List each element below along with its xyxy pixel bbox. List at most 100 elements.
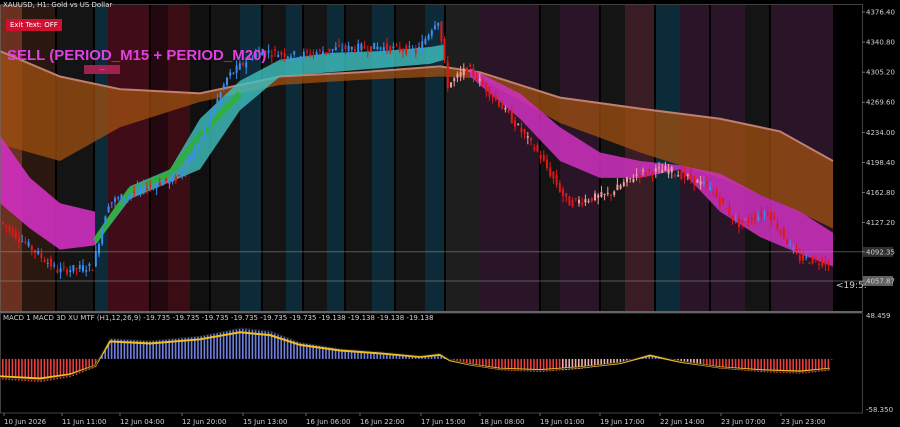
candle-body <box>85 270 88 272</box>
candle-body <box>696 179 699 183</box>
candle-body <box>152 185 155 187</box>
candle-body <box>213 108 216 117</box>
candle-body <box>498 101 500 107</box>
session-band <box>480 5 540 311</box>
macd-panel-border <box>0 312 863 414</box>
candle-body <box>466 67 468 73</box>
chart-window[interactable]: 4376.40 4340.80 4305.20 4269.60 4234.00 4198.… <box>0 0 900 427</box>
candle-body <box>757 216 760 221</box>
candle-body <box>174 176 177 182</box>
candle-body <box>5 224 8 228</box>
candle-body <box>376 46 379 50</box>
time-tick-label: 11 Jun 11:00 <box>62 418 106 426</box>
candle-body <box>341 49 344 51</box>
bar-timer: <19:5: <box>836 281 867 291</box>
candle-body <box>814 257 817 260</box>
time-tick-label: 12 Jun 04:00 <box>120 418 164 426</box>
candle-body <box>8 226 11 231</box>
candle-body <box>491 95 494 98</box>
candle-body <box>14 231 17 239</box>
candle-body <box>235 65 238 73</box>
candle-body <box>722 198 724 204</box>
candle-body <box>469 64 472 67</box>
price-tick-label: 4305.20 <box>866 69 895 77</box>
candle-body <box>402 50 404 52</box>
candle-body <box>686 174 689 177</box>
candle-body <box>808 262 811 264</box>
candle-body <box>798 254 801 261</box>
candle-body <box>136 186 139 193</box>
candle-body <box>286 56 289 59</box>
candle-body <box>786 239 788 244</box>
candle-body <box>142 183 145 189</box>
candle-body <box>501 104 504 110</box>
candle-body <box>558 183 561 192</box>
candle-body <box>562 189 564 196</box>
candle-body <box>482 81 484 85</box>
candle-body <box>18 238 20 242</box>
candle-body <box>414 50 417 53</box>
candle-body <box>494 95 497 100</box>
candle-body <box>446 62 449 88</box>
candle-body <box>690 173 692 180</box>
candle-body <box>507 110 510 113</box>
candle-body <box>178 175 180 177</box>
candle-body <box>523 129 526 135</box>
time-tick-label: 23 Jun 23:00 <box>781 418 825 426</box>
candle-body <box>619 185 622 189</box>
candle-body <box>62 266 65 268</box>
candle-body <box>779 230 782 233</box>
candle-body <box>709 187 712 190</box>
macd-histogram-bar <box>830 358 833 360</box>
candle-body <box>37 250 40 254</box>
candle-body <box>536 144 539 152</box>
candle-body <box>645 173 648 175</box>
candle-body <box>66 269 68 274</box>
candle-body <box>181 172 184 176</box>
time-tick-label: 19 Jun 17:00 <box>600 418 644 426</box>
candle-body <box>648 169 651 172</box>
candle-body <box>427 35 430 40</box>
price-chart-canvas[interactable]: 4376.40 4340.80 4305.20 4269.60 4234.00 4198.… <box>0 0 900 427</box>
candle-body <box>805 257 808 259</box>
candle-body <box>571 200 574 207</box>
candle-body <box>379 47 382 50</box>
price-tick-label: 4198.40 <box>866 159 895 167</box>
candle-body <box>270 55 273 57</box>
candle-body <box>658 167 660 169</box>
time-tick-label: 17 Jun 15:00 <box>421 418 465 426</box>
candle-body <box>472 68 475 77</box>
candle-body <box>101 228 104 245</box>
candle-body <box>210 112 212 125</box>
candle-body <box>411 48 414 52</box>
candle-body <box>453 78 456 82</box>
candle-body <box>792 247 795 249</box>
candle-body <box>69 270 72 273</box>
candle-body <box>50 258 52 267</box>
candle-body <box>754 216 756 221</box>
candle-body <box>638 175 641 178</box>
exit-text-button[interactable]: Exit Text: OFF <box>6 19 62 31</box>
candle-body <box>632 178 635 183</box>
candle-body <box>773 215 776 220</box>
candle-body <box>824 260 827 265</box>
candle-body <box>107 206 110 213</box>
candle-body <box>133 192 136 194</box>
candle-body <box>699 180 702 185</box>
candle-body <box>315 52 318 57</box>
candle-body <box>600 192 603 197</box>
candle-body <box>165 178 168 182</box>
candle-body <box>146 188 148 191</box>
candle-body <box>443 38 446 60</box>
candle-body <box>581 202 584 204</box>
candle-body <box>78 264 81 269</box>
candle-body <box>117 197 120 199</box>
candle-body <box>514 120 516 127</box>
candle-body <box>149 185 152 187</box>
candle-body <box>680 170 683 179</box>
candle-body <box>206 122 209 127</box>
candle-body <box>594 193 596 201</box>
candle-body <box>187 159 190 166</box>
candle-body <box>344 45 347 50</box>
candle-body <box>725 208 728 210</box>
